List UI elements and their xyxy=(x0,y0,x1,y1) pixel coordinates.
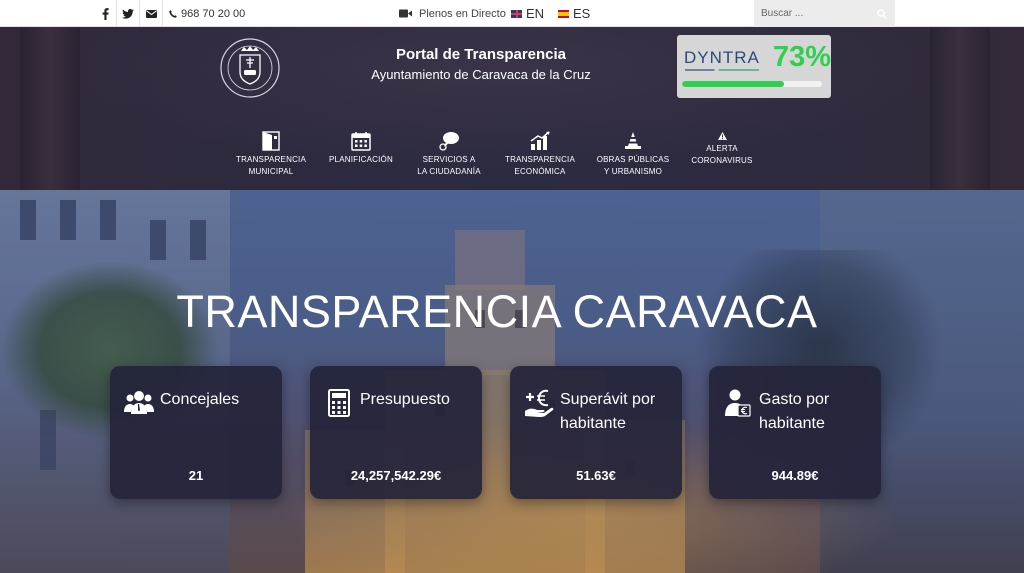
nav-label: TRANSPARENCIA ECONÓMICA xyxy=(504,155,576,176)
nav-label: SERVICIOS A LA CIUDADANÍA xyxy=(417,155,481,176)
uk-flag-icon xyxy=(511,9,522,18)
crest-icon xyxy=(220,38,280,98)
caravaca-crest-logo[interactable] xyxy=(219,37,281,99)
card-value: 21 xyxy=(188,468,204,483)
portal-subtitle: Ayuntamiento de Caravaca de la Cruz xyxy=(371,67,591,82)
plenos-label: Plenos en Directo xyxy=(419,7,506,20)
card-value: 24,257,542.29€ xyxy=(350,468,442,483)
dyntra-logo: DYNTRA xyxy=(684,48,760,67)
nav-label: TRANSPARENCIA MUNICIPAL xyxy=(235,155,307,176)
plenos-en-directo-link[interactable]: Plenos en Directo xyxy=(399,0,506,27)
euro-hand-icon xyxy=(525,389,554,417)
nav-alerta-coronavirus[interactable]: ALERTA CORONAVIRUS xyxy=(684,125,760,167)
facebook-icon xyxy=(102,7,109,20)
nav-servicios-ciudadania[interactable]: SERVICIOS A LA CIUDADANÍA xyxy=(409,125,489,178)
dyntra-transparency-badge[interactable]: DYNTRA 73% xyxy=(677,35,831,98)
site-header: Portal de Transparencia Ayuntamiento de … xyxy=(0,27,1024,190)
twitter-icon xyxy=(122,8,134,19)
phone-number[interactable]: 968 70 20 00 xyxy=(163,8,245,20)
nav-label: ALERTA CORONAVIRUS xyxy=(691,144,753,165)
search-input[interactable] xyxy=(754,0,872,27)
facebook-link[interactable] xyxy=(94,0,117,27)
search-box xyxy=(754,0,895,27)
video-camera-icon xyxy=(399,9,412,18)
stat-card-superavit-por-habitante[interactable]: Superávit por habitante 51.63€ xyxy=(510,366,682,499)
search-button[interactable] xyxy=(872,8,892,19)
top-bar: 968 70 20 00 Plenos en Directo EN ES xyxy=(0,0,1024,27)
nav-obras-publicas-urbanismo[interactable]: OBRAS PÚBLICAS Y URBANISMO xyxy=(591,125,675,178)
language-es-link[interactable]: ES xyxy=(558,0,590,27)
warning-icon xyxy=(717,132,727,140)
hero-title: TRANSPARENCIA CARAVACA xyxy=(176,286,818,337)
nav-label: PLANIFICACIÓN xyxy=(329,155,393,164)
dyntra-progress-bar xyxy=(682,81,822,87)
phone-icon xyxy=(169,9,177,18)
language-en-link[interactable]: EN xyxy=(511,0,544,27)
person-euro-icon xyxy=(725,389,751,417)
stat-card-presupuesto[interactable]: Presupuesto 24,257,542.29€ xyxy=(310,366,482,499)
users-icon xyxy=(124,391,154,414)
card-title: Gasto por habitante xyxy=(759,391,830,432)
calculator-icon xyxy=(328,389,350,417)
search-icon xyxy=(877,8,887,19)
portal-title: Portal de Transparencia xyxy=(395,46,567,63)
social-links: 968 70 20 00 xyxy=(94,0,245,27)
language-en-label: EN xyxy=(526,6,545,21)
dyntra-tagline-decoration xyxy=(685,69,759,71)
card-value: 51.63€ xyxy=(576,468,616,483)
bar-chart-icon xyxy=(530,131,550,150)
spain-flag-icon xyxy=(558,9,569,18)
stat-card-gasto-por-habitante[interactable]: Gasto por habitante 944.89€ xyxy=(709,366,881,499)
card-title: Superávit por habitante xyxy=(560,391,656,432)
twitter-link[interactable] xyxy=(117,0,140,27)
nav-transparencia-municipal[interactable]: TRANSPARENCIA MUNICIPAL xyxy=(229,125,313,178)
card-title: Concejales xyxy=(160,391,240,408)
card-value: 944.89€ xyxy=(771,468,819,483)
hero-section: TRANSPARENCIA CARAVACA Concejales 21 Pre… xyxy=(0,190,1024,573)
traffic-cone-icon xyxy=(625,132,641,149)
nav-planificacion[interactable]: PLANIFICACIÓN xyxy=(324,125,398,166)
dyntra-score: 73% xyxy=(773,41,832,73)
language-es-label: ES xyxy=(573,6,591,21)
nav-transparencia-economica[interactable]: TRANSPARENCIA ECONÓMICA xyxy=(499,125,581,178)
door-icon xyxy=(262,131,280,151)
envelope-icon xyxy=(145,9,157,18)
nav-label: OBRAS PÚBLICAS Y URBANISMO xyxy=(596,155,670,176)
dyntra-progress-fill xyxy=(682,81,785,87)
header-background-decoration xyxy=(930,27,990,190)
chat-bubble-icon xyxy=(439,132,459,151)
email-link[interactable] xyxy=(140,0,163,27)
calendar-icon xyxy=(351,132,371,151)
phone-text: 968 70 20 00 xyxy=(181,7,246,20)
header-background-decoration xyxy=(20,27,80,190)
card-title: Presupuesto xyxy=(360,391,450,408)
stat-card-concejales[interactable]: Concejales 21 xyxy=(110,366,282,499)
